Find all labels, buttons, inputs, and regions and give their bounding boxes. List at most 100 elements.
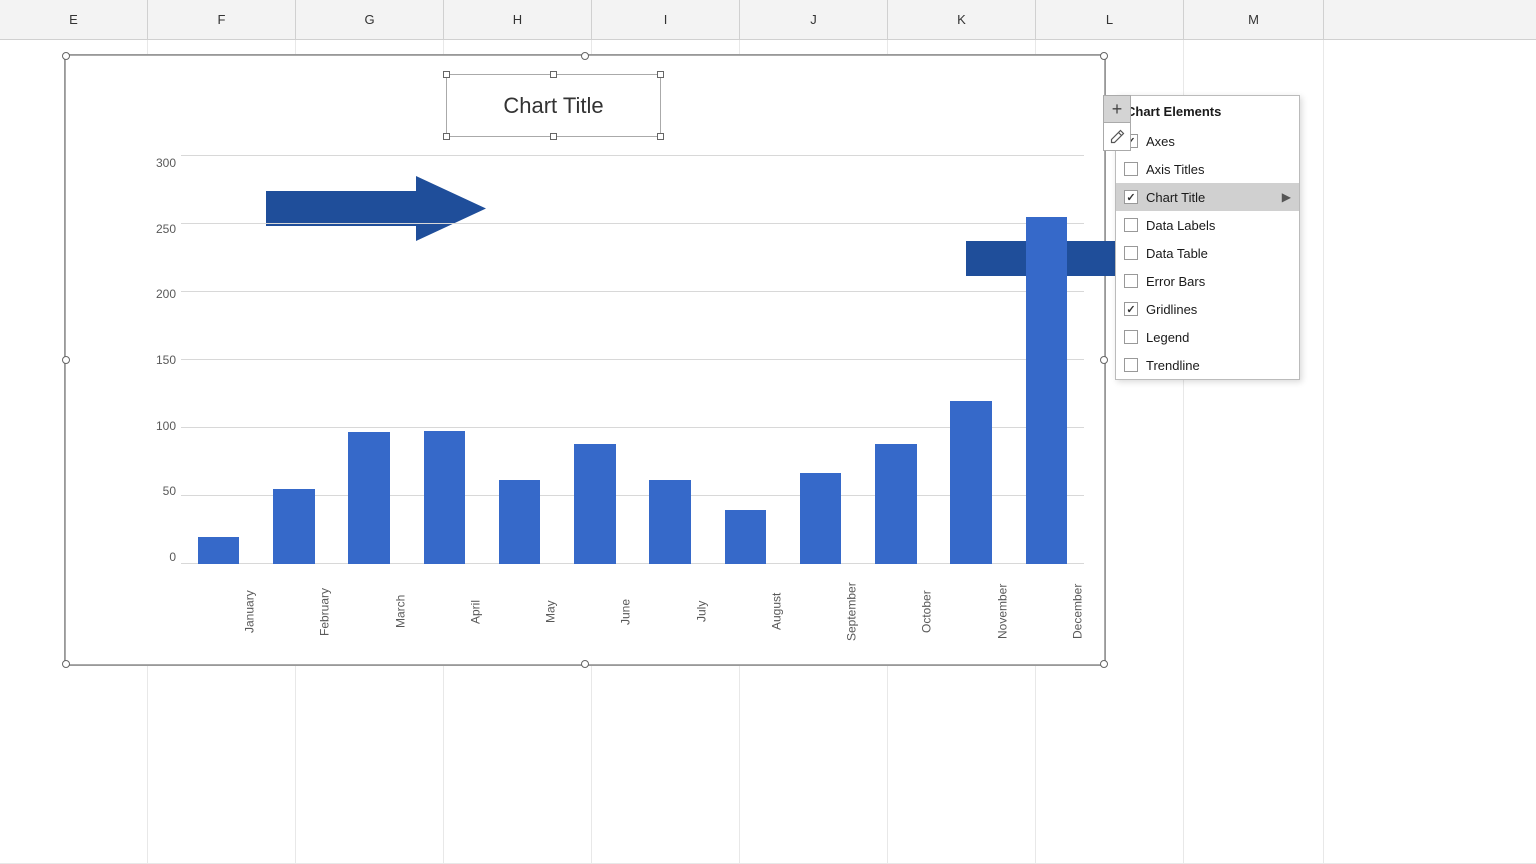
bar-group xyxy=(934,156,1009,564)
panel-header: Chart Elements xyxy=(1116,96,1299,127)
resize-handle-tl[interactable] xyxy=(62,52,70,60)
resize-handle-tm[interactable] xyxy=(581,52,589,60)
chart-bar[interactable] xyxy=(499,480,540,564)
bar-group xyxy=(783,156,858,564)
panel-item-axis-titles[interactable]: Axis Titles xyxy=(1116,155,1299,183)
y-label-150: 150 xyxy=(136,353,176,367)
bar-group xyxy=(633,156,708,564)
x-axis-label: December xyxy=(1009,569,1084,654)
checkbox-axis-titles[interactable] xyxy=(1124,162,1138,176)
chart-bar[interactable] xyxy=(273,489,314,564)
bar-group xyxy=(256,156,331,564)
checkbox-gridlines[interactable] xyxy=(1124,302,1138,316)
checkbox-data-labels[interactable] xyxy=(1124,218,1138,232)
col-header-m: M xyxy=(1184,0,1324,39)
panel-item-legend[interactable]: Legend xyxy=(1116,323,1299,351)
y-label-0: 0 xyxy=(136,550,176,564)
column-headers: E F G H I J K L M xyxy=(0,0,1536,40)
panel-items-container: Axes Axis Titles Chart Title▶ Data Labels Da… xyxy=(1116,127,1299,379)
resize-handle-bm[interactable] xyxy=(581,660,589,668)
chart-bar[interactable] xyxy=(198,537,239,564)
submenu-arrow-icon: ▶ xyxy=(1282,190,1291,204)
ct-handle-tr[interactable] xyxy=(657,71,664,78)
checkbox-data-table[interactable] xyxy=(1124,246,1138,260)
chart-bar[interactable] xyxy=(424,431,465,564)
checkbox-trendline[interactable] xyxy=(1124,358,1138,372)
chart-bar[interactable] xyxy=(725,510,766,564)
y-label-200: 200 xyxy=(136,287,176,301)
ct-handle-tl[interactable] xyxy=(443,71,450,78)
add-chart-element-button[interactable]: + xyxy=(1103,95,1131,123)
chart-container[interactable]: Chart Title 0 50 100 150 200 250 30 xyxy=(65,55,1105,665)
chart-title-box[interactable]: Chart Title xyxy=(446,74,661,137)
panel-item-label: Trendline xyxy=(1146,358,1291,373)
x-axis-label: June xyxy=(557,569,632,654)
x-axis-label: January xyxy=(181,569,256,654)
col-header-e: E xyxy=(0,0,148,39)
bar-group xyxy=(858,156,933,564)
panel-item-label: Error Bars xyxy=(1146,274,1291,289)
resize-handle-tr[interactable] xyxy=(1100,52,1108,60)
checkbox-chart-title[interactable] xyxy=(1124,190,1138,204)
y-label-100: 100 xyxy=(136,419,176,433)
plus-icon: + xyxy=(1112,99,1123,120)
bar-group xyxy=(1009,156,1084,564)
ct-handle-tm[interactable] xyxy=(550,71,557,78)
panel-item-label: Axis Titles xyxy=(1146,162,1291,177)
chart-bar[interactable] xyxy=(950,401,991,564)
bar-group xyxy=(557,156,632,564)
col-header-g: G xyxy=(296,0,444,39)
y-axis-labels: 0 50 100 150 200 250 300 xyxy=(136,156,181,564)
panel-item-error-bars[interactable]: Error Bars xyxy=(1116,267,1299,295)
bars-container xyxy=(181,156,1084,564)
chart-style-button[interactable] xyxy=(1103,123,1131,151)
chart-bar[interactable] xyxy=(1026,217,1067,564)
x-axis-label: August xyxy=(708,569,783,654)
col-header-l: L xyxy=(1036,0,1184,39)
chart-title-text: Chart Title xyxy=(503,93,603,119)
y-label-300: 300 xyxy=(136,156,176,170)
chart-bar[interactable] xyxy=(574,444,615,564)
chart-bar[interactable] xyxy=(800,473,841,564)
col-header-f: F xyxy=(148,0,296,39)
resize-handle-br[interactable] xyxy=(1100,660,1108,668)
chart-bar[interactable] xyxy=(875,444,916,564)
x-axis-label: September xyxy=(783,569,858,654)
x-axis-label: March xyxy=(332,569,407,654)
panel-item-axes[interactable]: Axes xyxy=(1116,127,1299,155)
bar-group xyxy=(332,156,407,564)
panel-item-label: Legend xyxy=(1146,330,1291,345)
x-axis-labels: JanuaryFebruaryMarchAprilMayJuneJulyAugu… xyxy=(181,569,1084,654)
ct-handle-bm[interactable] xyxy=(550,133,557,140)
bar-group xyxy=(708,156,783,564)
col-header-h: H xyxy=(444,0,592,39)
col-header-i: I xyxy=(592,0,740,39)
x-axis-label: April xyxy=(407,569,482,654)
panel-item-label: Data Labels xyxy=(1146,218,1291,233)
panel-item-gridlines[interactable]: Gridlines xyxy=(1116,295,1299,323)
x-axis-label: November xyxy=(934,569,1009,654)
y-label-50: 50 xyxy=(136,484,176,498)
resize-handle-bl[interactable] xyxy=(62,660,70,668)
ct-handle-bl[interactable] xyxy=(443,133,450,140)
col-header-j: J xyxy=(740,0,888,39)
x-axis-label: May xyxy=(482,569,557,654)
chart-elements-panel: Chart Elements Axes Axis Titles Chart Titl… xyxy=(1115,95,1300,380)
panel-item-data-labels[interactable]: Data Labels xyxy=(1116,211,1299,239)
ct-handle-br[interactable] xyxy=(657,133,664,140)
y-label-250: 250 xyxy=(136,222,176,236)
resize-handle-mr[interactable] xyxy=(1100,356,1108,364)
x-axis-label: July xyxy=(633,569,708,654)
panel-item-chart-title[interactable]: Chart Title▶ xyxy=(1116,183,1299,211)
panel-item-data-table[interactable]: Data Table xyxy=(1116,239,1299,267)
resize-handle-ml[interactable] xyxy=(62,356,70,364)
chart-bar[interactable] xyxy=(649,480,690,564)
checkbox-error-bars[interactable] xyxy=(1124,274,1138,288)
panel-item-trendline[interactable]: Trendline xyxy=(1116,351,1299,379)
x-axis-label: October xyxy=(858,569,933,654)
bar-group xyxy=(482,156,557,564)
chart-bar[interactable] xyxy=(348,432,389,564)
spreadsheet: E F G H I J K L M xyxy=(0,0,1536,864)
bar-group xyxy=(407,156,482,564)
checkbox-legend[interactable] xyxy=(1124,330,1138,344)
